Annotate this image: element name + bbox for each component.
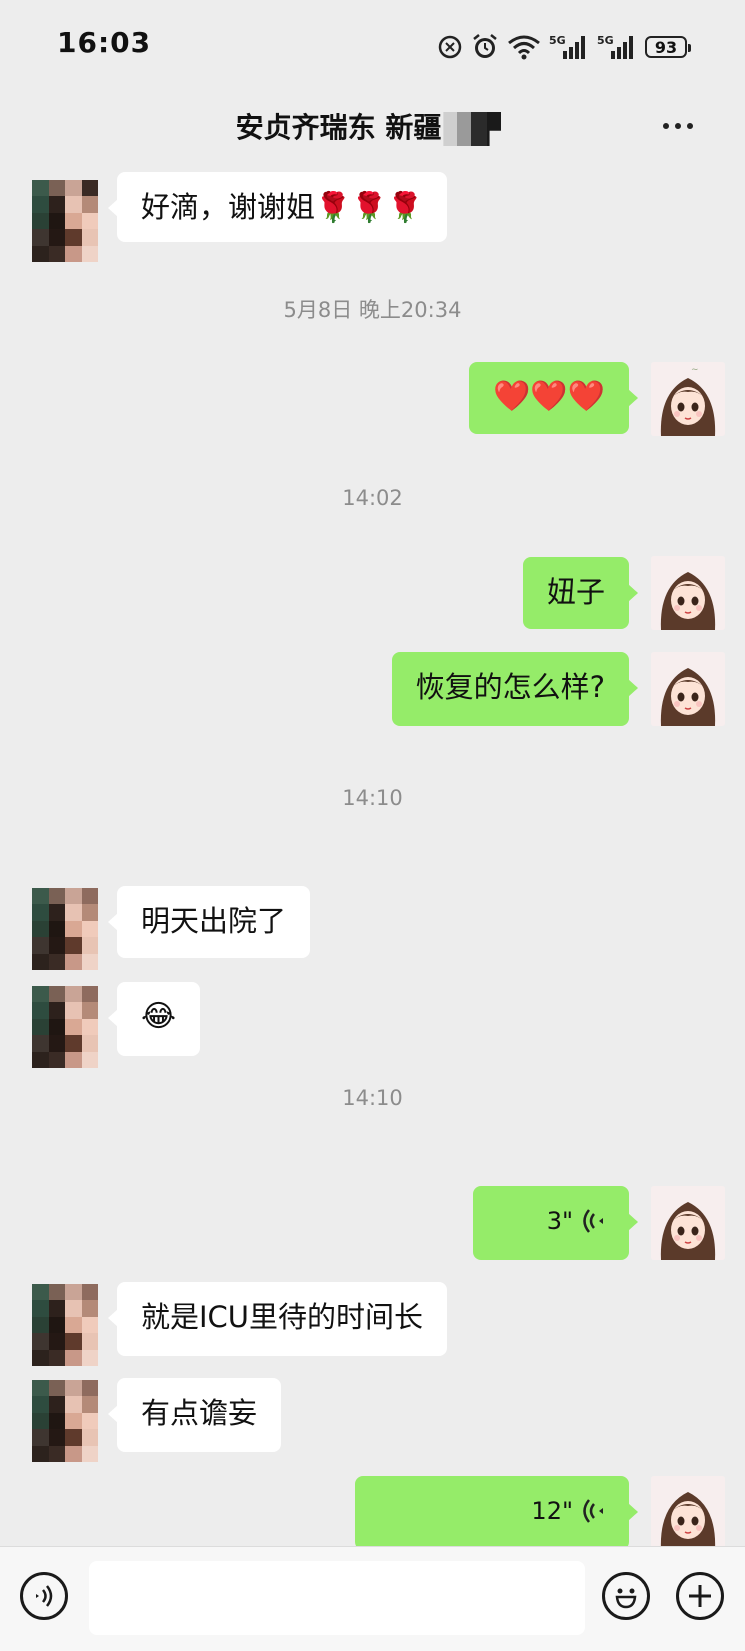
anime-girl-avatar-icon [651, 1186, 725, 1260]
add-icon [689, 1585, 711, 1607]
signal-icon: 5G [549, 34, 585, 59]
voice-duration: 3" [546, 1207, 573, 1235]
timestamp: 5月8日 晚上20:34 [283, 298, 462, 322]
voice-message[interactable]: 12" [355, 1476, 638, 1546]
emoji-button[interactable] [602, 1572, 650, 1620]
svg-text:~: ~ [691, 365, 699, 375]
voice-input-icon [36, 1585, 53, 1607]
add-button[interactable] [676, 1572, 724, 1620]
incoming-message[interactable]: 好滴，谢谢姐🌹🌹🌹 [107, 172, 448, 242]
my-avatar[interactable] [651, 1476, 725, 1546]
voice-wave-icon [583, 1209, 603, 1233]
outgoing-message[interactable]: 恢复的怎么样? [391, 652, 639, 726]
timestamp: 14:02 [342, 486, 403, 510]
status-icons: 5G 5G 93 [437, 30, 691, 64]
contact-avatar[interactable] [32, 180, 98, 262]
my-avatar[interactable] [651, 652, 725, 726]
svg-text:5G: 5G [549, 34, 566, 47]
status-bar: 16:03 5G 5G 93 [0, 0, 745, 92]
chat-area[interactable]: 好滴，谢谢姐🌹🌹🌹 5月8日 晚上20:34 ❤️❤️❤️ ~ 14:02 妞子… [0, 172, 745, 1546]
more-button[interactable] [663, 116, 703, 136]
outgoing-message[interactable]: 妞子 [522, 557, 639, 629]
timestamp: 14:10 [342, 786, 403, 810]
emoji-icon [615, 1588, 637, 1609]
my-avatar[interactable] [651, 1186, 725, 1260]
voice-duration: 12" [531, 1497, 573, 1525]
status-time: 16:03 [57, 26, 152, 59]
chat-title: 安贞齐瑞东 新疆 [0, 106, 745, 146]
voice-wave-icon [583, 1499, 603, 1523]
data-usage-icon [438, 35, 462, 59]
outgoing-message[interactable]: ❤️❤️❤️ [468, 362, 639, 434]
voice-input-button[interactable] [20, 1572, 68, 1620]
anime-girl-avatar-icon: ~ [651, 362, 725, 436]
contact-avatar[interactable] [32, 986, 98, 1068]
anime-girl-avatar-icon [651, 652, 725, 726]
anime-girl-avatar-icon [651, 556, 725, 630]
contact-avatar[interactable] [32, 888, 98, 970]
my-avatar[interactable]: ~ [651, 362, 725, 436]
my-avatar[interactable] [651, 556, 725, 630]
pixelated-name [443, 112, 510, 146]
alarm-icon [473, 34, 497, 58]
contact-avatar[interactable] [32, 1284, 98, 1366]
incoming-message[interactable]: 有点谵妄 [107, 1378, 282, 1452]
battery-indicator: 93 [645, 36, 691, 58]
contact-avatar[interactable] [32, 1380, 98, 1462]
svg-text:5G: 5G [597, 34, 614, 47]
timestamp: 14:10 [342, 1086, 403, 1110]
input-bar [0, 1546, 745, 1651]
signal-icon: 5G [597, 34, 633, 59]
voice-message[interactable]: 3" [473, 1186, 638, 1260]
incoming-message[interactable]: 明天出院了 [107, 886, 311, 958]
anime-girl-avatar-icon [651, 1476, 725, 1546]
wifi-icon [508, 35, 540, 60]
message-input[interactable] [89, 1561, 585, 1635]
chat-header: 安贞齐瑞东 新疆 [0, 92, 745, 172]
incoming-message[interactable]: 😂 [107, 982, 201, 1056]
incoming-message[interactable]: 就是ICU里待的时间长 [107, 1282, 448, 1356]
